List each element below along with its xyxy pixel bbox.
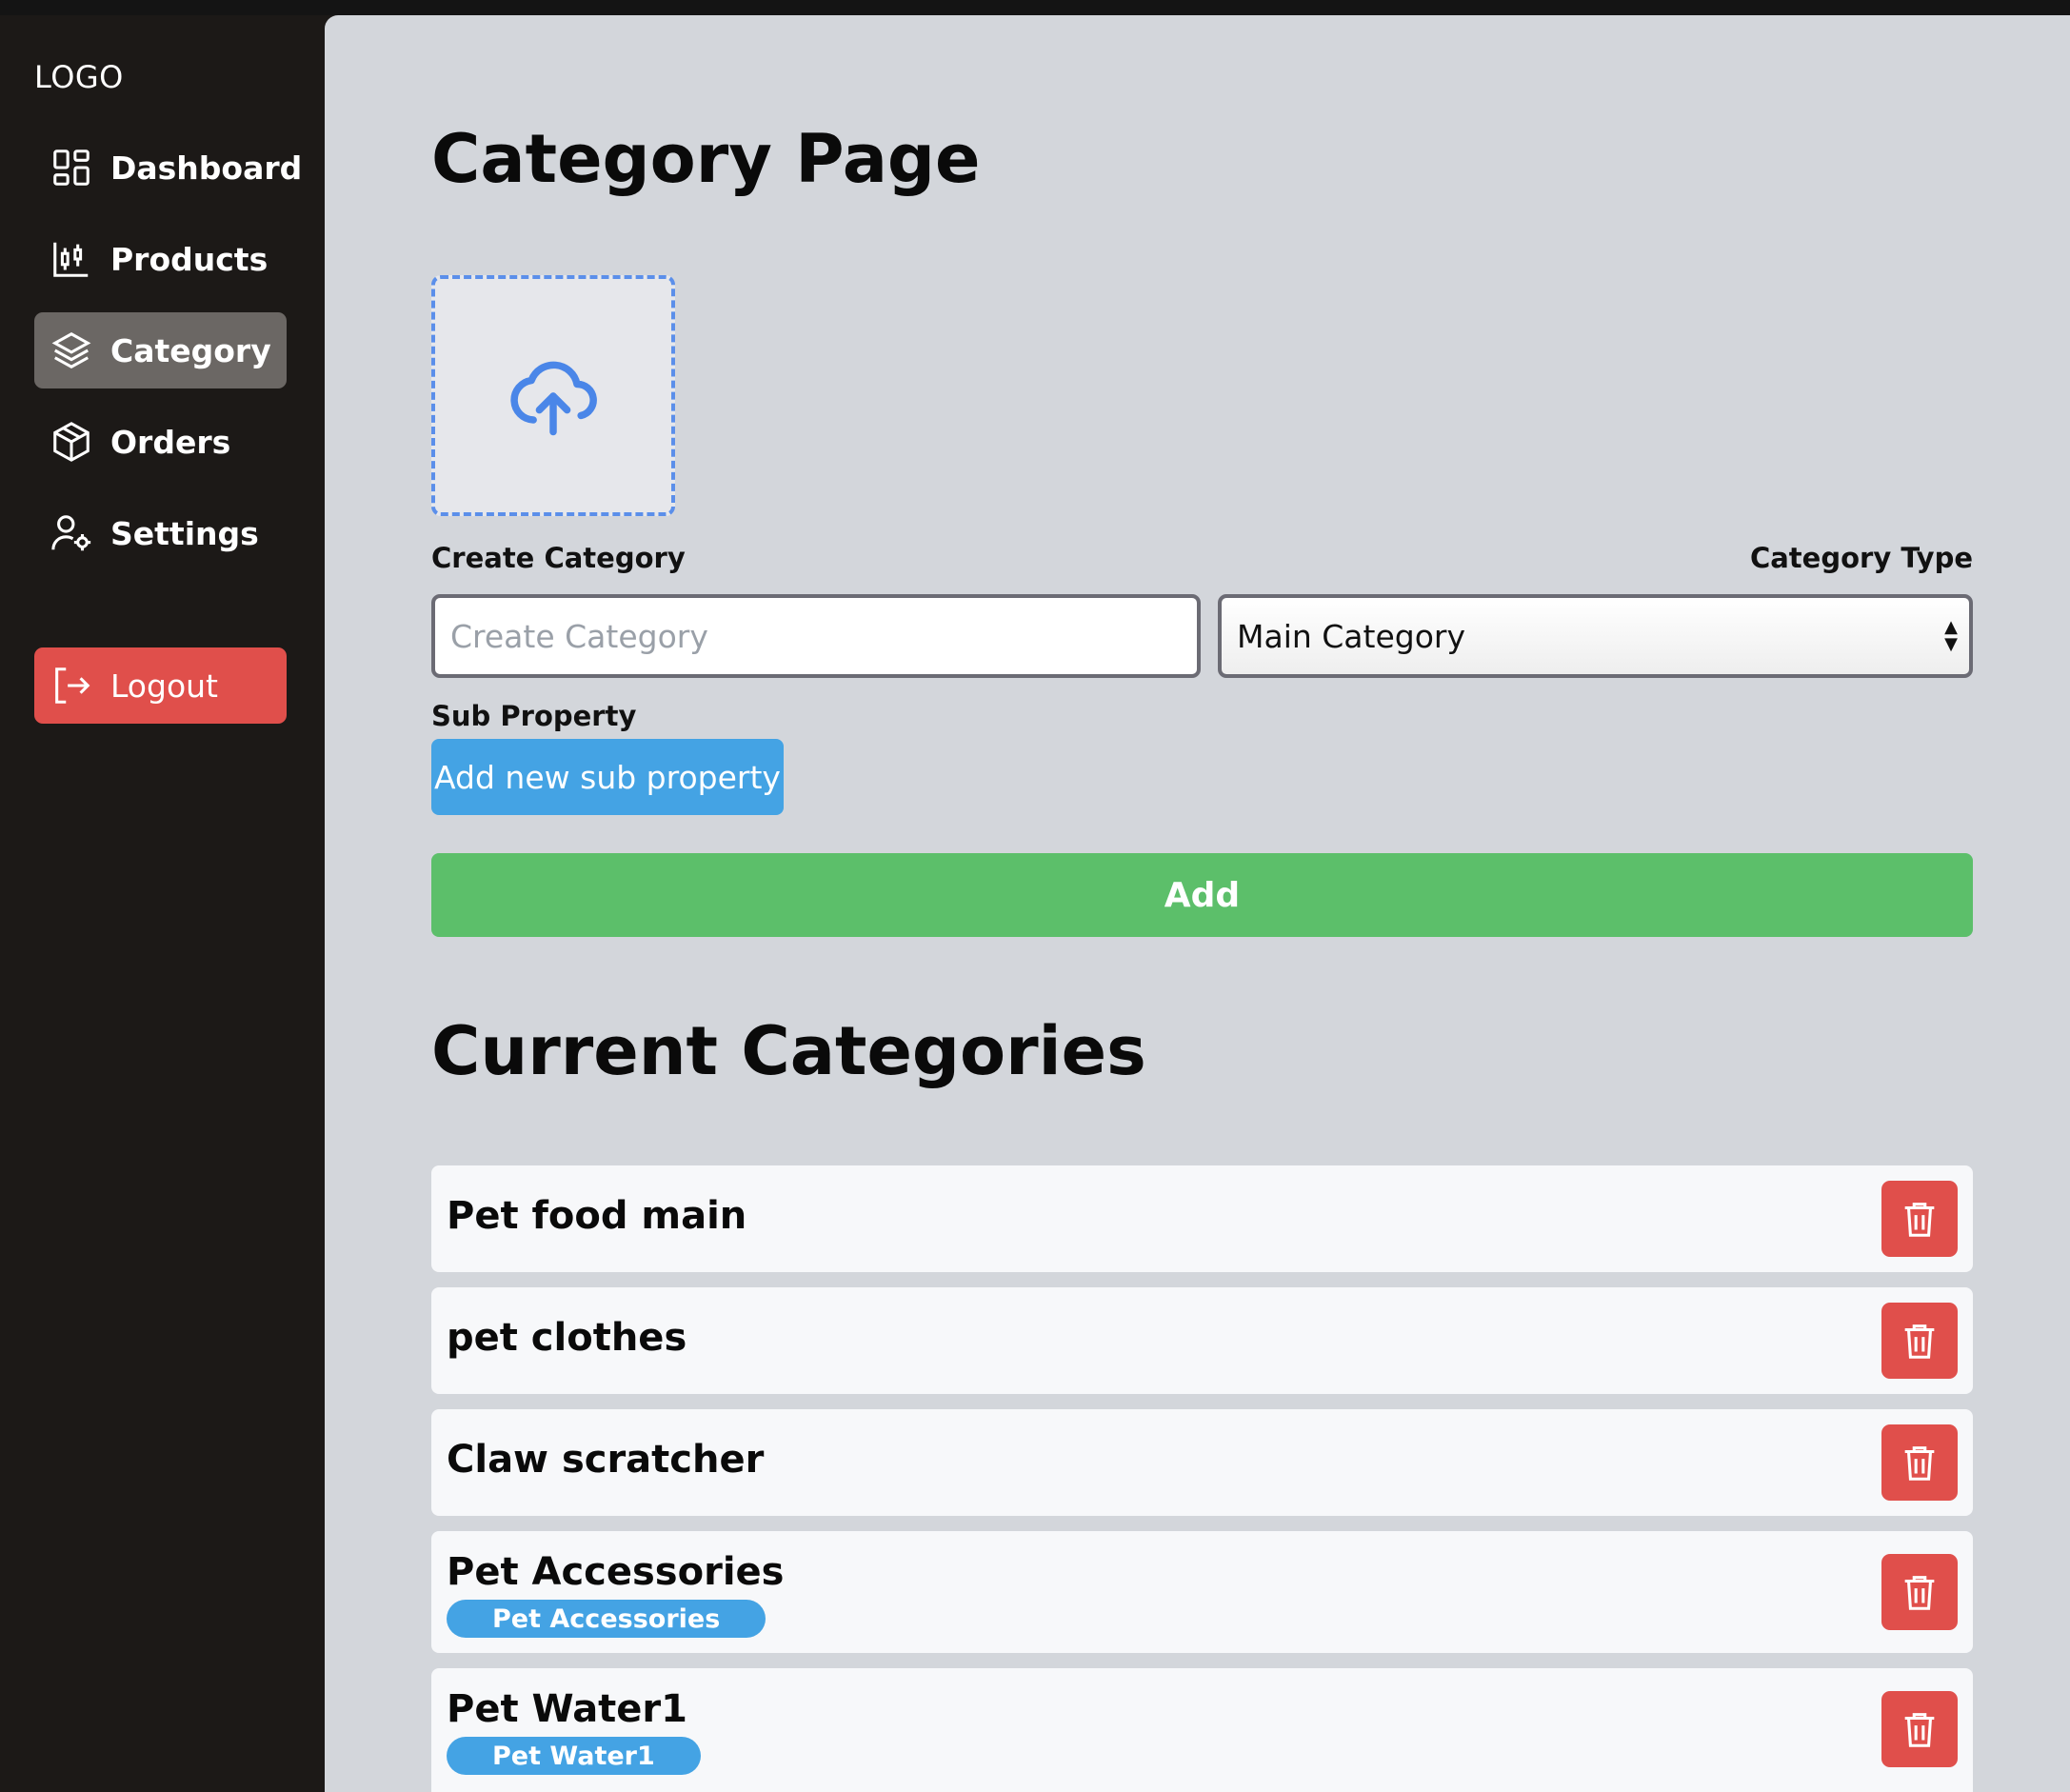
trash-icon (1904, 1576, 1935, 1610)
sidebar-item-label: Settings (110, 514, 259, 552)
delete-button[interactable] (1881, 1554, 1958, 1630)
image-upload-dropzone[interactable] (431, 275, 675, 516)
delete-button[interactable] (1881, 1424, 1958, 1501)
category-row: Pet Accessories Pet Accessories (431, 1531, 1973, 1653)
sub-property-label: Sub Property (431, 700, 637, 732)
sidebar-item-dashboard[interactable]: Dashboard (34, 129, 302, 206)
logout-button[interactable]: Logout (34, 647, 287, 724)
logo: LOGO (34, 59, 124, 95)
sidebar-item-category[interactable]: Category (34, 312, 287, 388)
logout-label: Logout (110, 667, 218, 705)
trash-icon (1904, 1203, 1935, 1237)
sidebar-item-settings[interactable]: Settings (34, 495, 287, 571)
sidebar-item-label: Products (110, 240, 269, 278)
category-row: Pet food main (431, 1165, 1973, 1272)
category-name: pet clothes (447, 1316, 687, 1360)
category-name: Pet Accessories (447, 1550, 785, 1594)
select-arrows-icon: ▲ ▼ (1944, 617, 1958, 654)
sidebar-item-label: Category (110, 331, 271, 369)
add-sub-property-button[interactable]: Add new sub property (431, 739, 784, 815)
user-settings-icon (50, 511, 93, 555)
page-title: Category Page (431, 120, 981, 198)
category-row: Claw scratcher (431, 1409, 1973, 1516)
delete-button[interactable] (1881, 1181, 1958, 1257)
create-category-label: Create Category (431, 542, 686, 574)
sidebar-item-orders[interactable]: Orders (34, 404, 287, 480)
category-name: Pet food main (447, 1194, 747, 1238)
sidebar-item-label: Orders (110, 423, 231, 461)
sidebar: LOGO Dashboard Products Category Orders … (0, 15, 325, 1792)
main-content: Category Page Create Category Category T… (325, 15, 2070, 1792)
sub-property-tag: Pet Water1 (447, 1737, 701, 1775)
category-name: Claw scratcher (447, 1438, 765, 1482)
trash-icon (1904, 1324, 1935, 1359)
create-category-input[interactable] (431, 594, 1201, 678)
add-button[interactable]: Add (431, 853, 1973, 937)
sidebar-item-label: Dashboard (110, 149, 303, 187)
category-type-label: Category Type (1749, 542, 1973, 574)
box-icon (50, 420, 93, 464)
trash-icon (1904, 1446, 1935, 1481)
chart-icon (50, 237, 93, 281)
delete-button[interactable] (1881, 1691, 1958, 1767)
category-type-value: Main Category (1237, 617, 1466, 655)
sidebar-item-products[interactable]: Products (34, 221, 287, 297)
trash-icon (1904, 1713, 1935, 1747)
delete-button[interactable] (1881, 1303, 1958, 1379)
current-categories-title: Current Categories (431, 1012, 1146, 1090)
cloud-upload-icon (510, 361, 597, 435)
dashboard-icon (50, 146, 93, 189)
window-top-bar (0, 0, 2070, 15)
layers-icon (50, 329, 93, 372)
category-row: pet clothes (431, 1287, 1973, 1394)
logout-icon (50, 664, 93, 707)
sub-property-tag: Pet Accessories (447, 1600, 766, 1638)
category-row: Pet Water1 Pet Water1 (431, 1668, 1973, 1792)
category-type-select[interactable]: Main Category ▲ ▼ (1218, 594, 1973, 678)
category-name: Pet Water1 (447, 1687, 687, 1731)
